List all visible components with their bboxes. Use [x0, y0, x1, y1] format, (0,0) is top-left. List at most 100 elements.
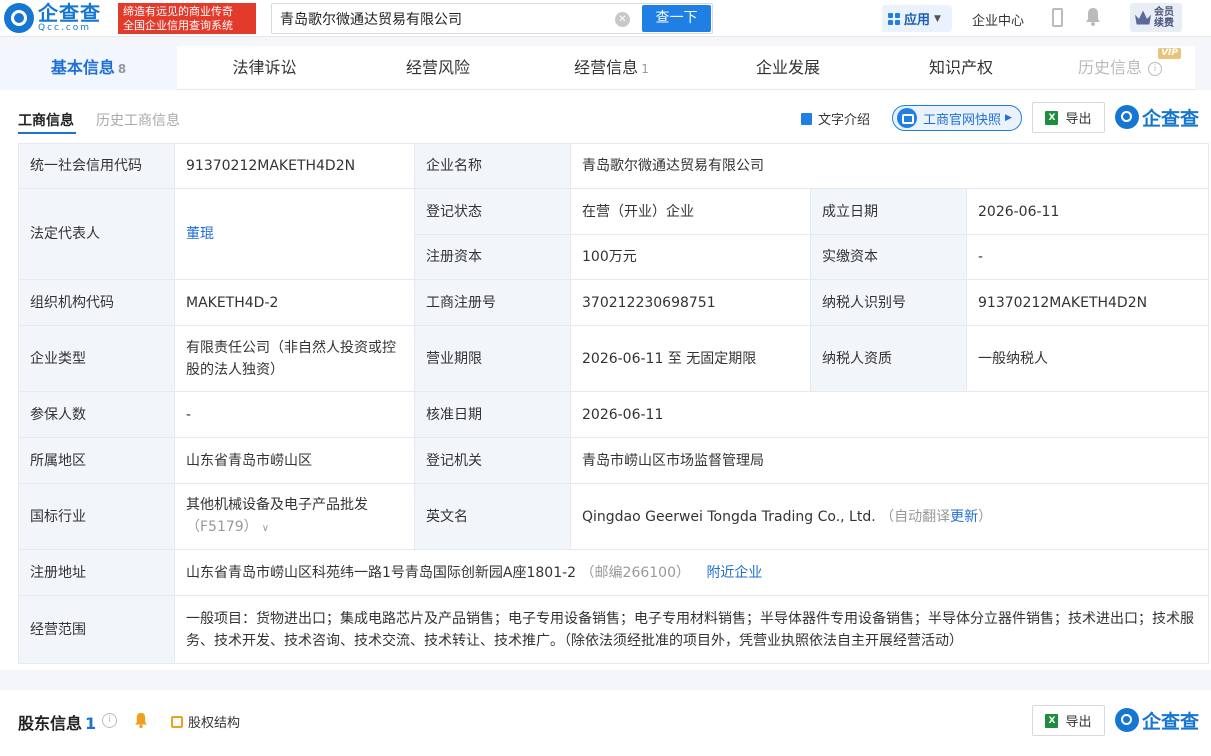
- chevron-down-icon: ∨: [261, 522, 270, 534]
- export-label: 导出: [1065, 112, 1092, 127]
- tab-history[interactable]: 历史信息 i VIP: [1045, 46, 1195, 90]
- logo-text: 企查查: [38, 1, 101, 25]
- nearby-companies-link[interactable]: 附近企业: [706, 565, 762, 581]
- bell-icon[interactable]: [134, 712, 148, 728]
- info-icon[interactable]: i: [102, 713, 117, 728]
- reg-capital-value: 100万元: [570, 234, 811, 280]
- mobile-icon[interactable]: [1052, 8, 1063, 27]
- main-tabs: 基本信息 8 法律诉讼 经营风险 经营信息 1 企业发展 知识产权 历史信息 i VI…: [0, 46, 1195, 90]
- reg-authority-label: 登记机关: [414, 437, 571, 484]
- credit-code-value: 91370212MAKETH4D2N: [174, 143, 415, 189]
- postcode: （邮编266100）: [580, 564, 690, 581]
- table-row: 注册地址 山东省青岛市崂山区科苑纬一路1号青岛国际创新园A座1801-2 （邮编…: [18, 549, 1210, 596]
- equity-structure-icon: [171, 715, 183, 728]
- subtab-business-info[interactable]: 工商信息: [18, 110, 74, 130]
- english-name-value: Qingdao Geerwei Tongda Trading Co., Ltd.: [582, 508, 876, 525]
- slogan-line2: 全国企业信用查询系统: [123, 19, 233, 32]
- paid-capital-value: -: [965, 234, 1210, 280]
- text-intro-button[interactable]: 文字介绍: [801, 109, 870, 128]
- document-icon: [801, 112, 812, 125]
- company-type-value: 有限责任公司（非自然人投资或控股的法人独资）: [174, 325, 415, 392]
- tab-label: 经营风险: [405, 58, 470, 77]
- taxpayer-qual-value: 一般纳税人: [965, 325, 1210, 392]
- subtab-history-business[interactable]: 历史工商信息: [96, 110, 180, 130]
- tab-basic-info[interactable]: 基本信息 8: [0, 46, 177, 90]
- scope-label: 经营范围: [18, 595, 175, 664]
- shareholder-title: 股东信息 1: [18, 710, 96, 734]
- tab-legal[interactable]: 法律诉讼: [177, 46, 352, 90]
- business-info-card: 工商信息 历史工商信息 文字介绍 工商官网快照 ▶ X 导出 企查查 统一社会信…: [0, 90, 1211, 670]
- equity-structure-label: 股权结构: [188, 716, 241, 731]
- biz-reg-no-label: 工商注册号: [414, 279, 571, 326]
- apps-grid-icon: [888, 12, 900, 25]
- tab-label: 历史信息: [1077, 58, 1142, 77]
- org-code-label: 组织机构代码: [18, 279, 175, 326]
- excel-icon: X: [1045, 110, 1059, 125]
- snapshot-label: 工商官网快照: [923, 112, 1002, 128]
- address-value: 山东省青岛市崂山区科苑纬一路1号青岛国际创新园A座1801-2: [186, 564, 577, 581]
- tab-label: 法律诉讼: [232, 58, 297, 77]
- clear-icon[interactable]: ✕: [615, 12, 630, 27]
- insured-label: 参保人数: [18, 391, 175, 438]
- brand-text: 企查查: [1142, 710, 1200, 733]
- table-row: 统一社会信用代码 91370212MAKETH4D2N 企业名称 青岛歌尔微通达…: [18, 143, 1210, 189]
- reg-authority-value: 青岛市崂山区市场监督管理局: [569, 437, 1210, 484]
- table-row: 企业类型 有限责任公司（非自然人投资或控股的法人独资） 营业期限 2026-06…: [18, 325, 1210, 392]
- industry-value: 其他机械设备及电子产品批发: [186, 496, 368, 513]
- bell-icon[interactable]: [1085, 7, 1101, 26]
- shareholder-count: 1: [85, 714, 97, 733]
- update-link[interactable]: 更新: [950, 509, 978, 525]
- tab-risk[interactable]: 经营风险: [352, 46, 524, 90]
- industry-code-toggle[interactable]: （F5179） ∨: [186, 516, 403, 540]
- address-label: 注册地址: [18, 549, 175, 596]
- approval-date-value: 2026-06-11: [569, 391, 1210, 438]
- vip-line2: 续费: [1154, 17, 1174, 29]
- insured-value: -: [174, 391, 415, 438]
- active-subtab-underline: [18, 132, 76, 134]
- biz-reg-no-value: 370212230698751: [570, 279, 811, 326]
- enterprise-center-link[interactable]: 企业中心: [972, 10, 1024, 29]
- official-snapshot-button[interactable]: 工商官网快照 ▶: [892, 105, 1022, 131]
- apps-menu-button[interactable]: 应用 ▼: [882, 5, 952, 32]
- vip-tag: VIP: [1158, 48, 1181, 59]
- company-name-label: 企业名称: [414, 143, 571, 189]
- arrow-right-icon: ▶: [1005, 113, 1012, 123]
- tab-operation[interactable]: 经营信息 1: [524, 46, 699, 90]
- tab-label: 企业发展: [755, 58, 820, 77]
- text-intro-label: 文字介绍: [818, 113, 871, 128]
- reg-status-label: 登记状态: [414, 188, 571, 235]
- vip-renew-button[interactable]: 会员 续费: [1130, 3, 1182, 32]
- company-name-value: 青岛歌尔微通达贸易有限公司: [569, 143, 1210, 189]
- shareholder-export-button[interactable]: X 导出: [1032, 705, 1105, 736]
- search-input[interactable]: [280, 9, 610, 29]
- export-label: 导出: [1065, 715, 1092, 730]
- tab-label: 经营信息: [574, 58, 639, 77]
- qcc-logo[interactable]: 企查查 Qcc.com: [4, 2, 101, 34]
- export-button[interactable]: X 导出: [1032, 102, 1105, 133]
- legal-rep-link[interactable]: 董琨: [174, 188, 415, 280]
- logo-domain: Qcc.com: [38, 23, 92, 33]
- legal-rep-label: 法定代表人: [18, 188, 175, 280]
- equity-structure-button[interactable]: 股权结构: [171, 712, 240, 731]
- brand-icon: [1115, 105, 1139, 129]
- found-date-value: 2026-06-11: [965, 188, 1210, 235]
- brand-text: 企查查: [1142, 107, 1200, 130]
- industry-code: （F5179）: [186, 518, 258, 535]
- taxpayer-qual-label: 纳税人资质: [810, 325, 967, 392]
- slogan-line1: 缔造有远见的商业传奇: [123, 5, 233, 18]
- search-button[interactable]: 查一下: [642, 5, 711, 32]
- industry-cell: 其他机械设备及电子产品批发 （F5179） ∨: [174, 483, 415, 550]
- approval-date-label: 核准日期: [414, 391, 571, 438]
- business-info-table: 统一社会信用代码 91370212MAKETH4D2N 企业名称 青岛歌尔微通达…: [18, 143, 1210, 664]
- region-value: 山东省青岛市崂山区: [174, 437, 415, 484]
- org-code-value: MAKETH4D-2: [174, 279, 415, 326]
- english-name-label: 英文名: [414, 483, 571, 550]
- excel-icon: X: [1045, 713, 1059, 728]
- snapshot-icon: [897, 108, 917, 128]
- tab-development[interactable]: 企业发展: [699, 46, 877, 90]
- taxpayer-id-label: 纳税人识别号: [810, 279, 967, 326]
- table-row: 国标行业 其他机械设备及电子产品批发 （F5179） ∨ 英文名 Qingdao …: [18, 483, 1210, 550]
- tab-ip[interactable]: 知识产权: [877, 46, 1045, 90]
- reg-capital-label: 注册资本: [414, 234, 571, 280]
- shareholder-title-text: 股东信息: [18, 714, 83, 733]
